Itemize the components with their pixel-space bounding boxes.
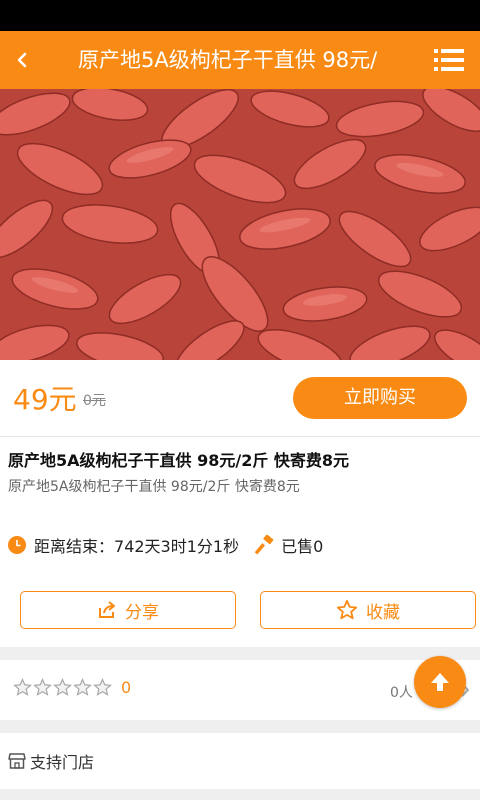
rating-stars: 0 [13, 678, 131, 697]
store-label: 支持门店 [30, 753, 95, 772]
countdown-label: 距离结束： [34, 537, 115, 556]
hammer-icon [255, 535, 274, 555]
buy-now-button[interactable]: 立即购买 [293, 377, 467, 419]
product-title: 原产地5A级枸杞子干直供 98元/2斤 快寄费8元 [8, 451, 350, 470]
share-label: 分享 [125, 602, 159, 623]
menu-button[interactable] [434, 48, 464, 72]
original-price: 0元 [83, 393, 106, 409]
sold-count: 已售0 [281, 537, 324, 556]
countdown-value: 742天3时1分1秒 [114, 537, 240, 556]
back-button[interactable] [10, 45, 36, 75]
scroll-to-top-button[interactable] [414, 656, 466, 708]
store-icon [8, 753, 26, 769]
favorite-label: 收藏 [366, 602, 400, 623]
product-image [0, 89, 480, 360]
share-icon [99, 601, 115, 618]
star-empty-icon [33, 678, 52, 696]
arrow-up-icon [431, 673, 449, 691]
product-subtitle: 原产地5A级枸杞子干直供 98元/2斤 快寄费8元 [8, 479, 300, 495]
chevron-left-icon [17, 52, 27, 68]
store-panel[interactable]: 支持门店 [0, 733, 480, 789]
rating-people-count: 0人 [390, 685, 413, 701]
top-bar: 原产地5A级枸杞子干直供 98元/ [0, 31, 480, 89]
page-title: 原产地5A级枸杞子干直供 98元/ [78, 48, 378, 72]
status-bar [0, 0, 480, 31]
price-panel: 49元 0元 立即购买 [0, 360, 480, 437]
countdown-row: 距离结束： 742天3时1分1秒 已售0 [8, 534, 323, 556]
store-row: 支持门店 [8, 749, 94, 773]
star-empty-icon [13, 678, 32, 696]
clock-icon [8, 536, 26, 554]
product-info-panel: 原产地5A级枸杞子干直供 98元/2斤 快寄费8元 原产地5A级枸杞子干直供 9… [0, 437, 480, 647]
star-empty-icon [93, 678, 112, 696]
favorite-button[interactable]: 收藏 [260, 591, 476, 629]
rating-count: 0 [121, 678, 132, 697]
current-price: 49元 [13, 383, 77, 416]
goji-berries-photo [0, 89, 480, 360]
list-menu-icon [434, 49, 464, 71]
share-button[interactable]: 分享 [20, 591, 236, 629]
star-outline-icon [336, 599, 358, 620]
rating-panel[interactable]: 0 0人 [0, 660, 480, 720]
star-empty-icon [53, 678, 72, 696]
star-empty-icon [73, 678, 92, 696]
